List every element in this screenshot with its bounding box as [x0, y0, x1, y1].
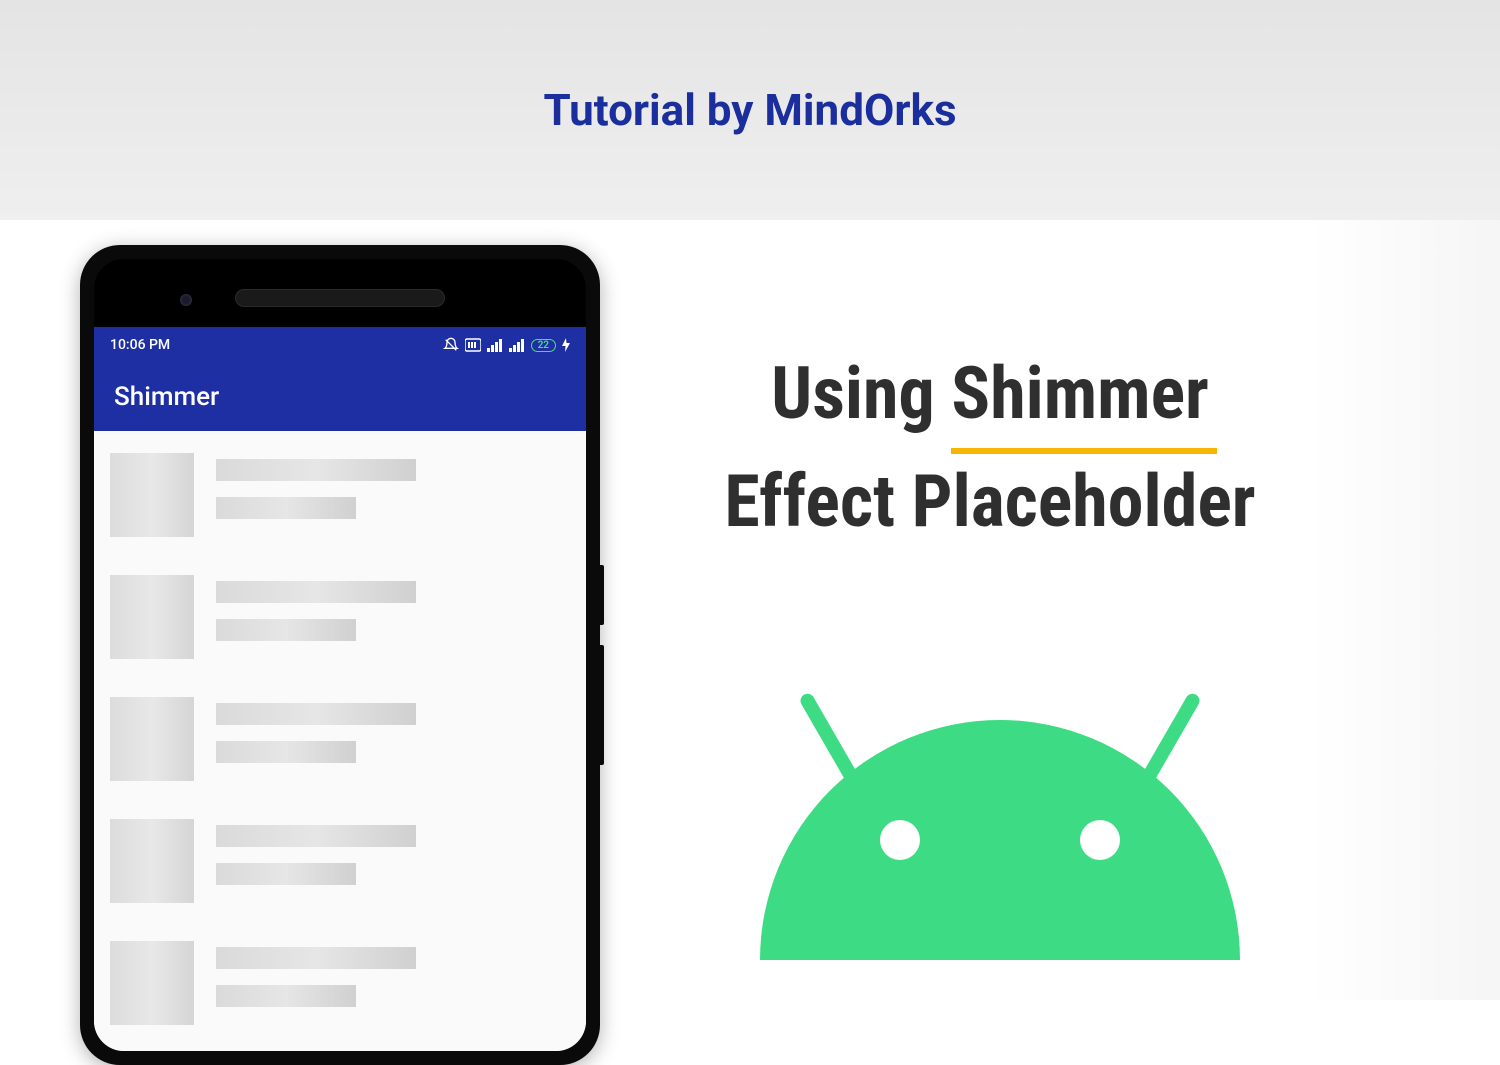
volte-icon — [465, 338, 481, 352]
shimmer-lines — [216, 575, 570, 659]
phone-power-button — [600, 565, 604, 625]
main-heading: Using Shimmer Effect Placeholder — [650, 340, 1330, 556]
shimmer-line-long — [216, 459, 416, 481]
shimmer-thumbnail — [110, 697, 194, 781]
status-bar: 10:06 PM — [94, 327, 586, 363]
header-band: Tutorial by MindOrks — [0, 0, 1500, 220]
android-eye-right — [1080, 820, 1120, 860]
content-area: 10:06 PM — [0, 220, 1500, 1000]
app-bar: Shimmer — [94, 363, 586, 431]
android-antenna-right — [1135, 691, 1202, 793]
heading-highlight: Shimmer — [951, 340, 1209, 448]
signal-icon-2 — [509, 338, 525, 352]
list-item — [110, 819, 570, 903]
shimmer-line-short — [216, 985, 356, 1007]
phone-inner: 10:06 PM — [94, 259, 586, 1051]
right-edge-gradient — [1310, 220, 1500, 1000]
heading-text: Using Shimmer Effect Placeholder — [650, 340, 1330, 556]
shimmer-line-short — [216, 619, 356, 641]
signal-icon — [487, 338, 503, 352]
shimmer-line-short — [216, 497, 356, 519]
phone-screen: 10:06 PM — [94, 327, 586, 1051]
shimmer-thumbnail — [110, 941, 194, 1025]
heading-line1-prefix: Using — [771, 351, 951, 436]
shimmer-thumbnail — [110, 575, 194, 659]
android-eye-left — [880, 820, 920, 860]
phone-camera — [180, 294, 192, 306]
shimmer-line-long — [216, 947, 416, 969]
charging-icon — [562, 338, 570, 352]
android-antenna-left — [798, 691, 865, 793]
heading-line2: Effect Placeholder — [724, 459, 1255, 544]
shimmer-line-long — [216, 703, 416, 725]
android-logo-icon — [760, 650, 1240, 960]
header-title: Tutorial by MindOrks — [543, 84, 956, 136]
battery-text: 22 — [538, 340, 549, 351]
app-title: Shimmer — [114, 382, 219, 412]
shimmer-lines — [216, 819, 570, 903]
list-item — [110, 941, 570, 1025]
shimmer-list — [94, 431, 586, 1051]
list-item — [110, 453, 570, 537]
list-item — [110, 697, 570, 781]
battery-icon: 22 — [531, 339, 556, 352]
shimmer-thumbnail — [110, 819, 194, 903]
phone-mockup: 10:06 PM — [80, 245, 600, 1065]
phone-body: 10:06 PM — [80, 245, 600, 1065]
shimmer-lines — [216, 941, 570, 1025]
shimmer-lines — [216, 453, 570, 537]
list-item — [110, 575, 570, 659]
shimmer-lines — [216, 697, 570, 781]
phone-volume-button — [600, 645, 604, 765]
notification-off-icon — [443, 337, 459, 353]
phone-earpiece — [235, 289, 445, 307]
android-head — [760, 720, 1240, 960]
shimmer-line-short — [216, 863, 356, 885]
status-time: 10:06 PM — [110, 337, 170, 353]
status-icons: 22 — [443, 337, 570, 353]
shimmer-line-long — [216, 581, 416, 603]
shimmer-line-long — [216, 825, 416, 847]
shimmer-thumbnail — [110, 453, 194, 537]
shimmer-line-short — [216, 741, 356, 763]
